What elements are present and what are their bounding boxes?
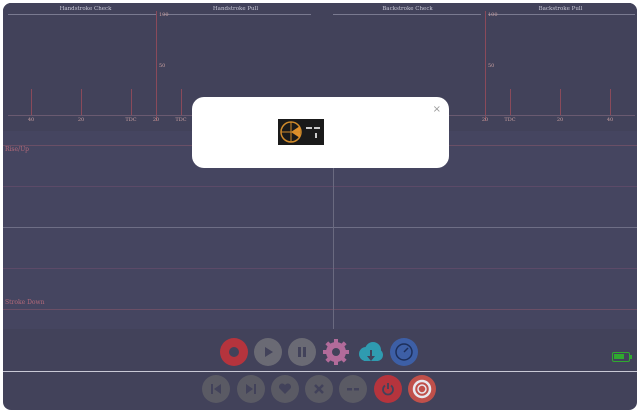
timeline-label-bottom: Stroke Down [5, 299, 45, 306]
cloud-download-icon [359, 342, 383, 361]
timeline-label-top: Rise/Up [5, 146, 29, 153]
x-tick-label: TDC [125, 117, 137, 123]
tick-mark [560, 89, 561, 115]
right-y-label-top: 100 [488, 12, 498, 18]
app-window: Handstroke Check Handstroke Pull Backstr… [3, 3, 637, 410]
tick-mark [31, 89, 32, 115]
delete-button[interactable] [305, 375, 333, 403]
x-tick-label: 40 [606, 117, 614, 123]
more-button[interactable] [339, 375, 367, 403]
left-y-axis [156, 11, 157, 121]
download-button[interactable] [356, 338, 384, 366]
chart-title-handstroke-pull: Handstroke Pull [212, 6, 259, 12]
favorite-button[interactable] [271, 375, 299, 403]
skip-back-button[interactable] [202, 375, 230, 403]
chart-header-rule [8, 14, 156, 15]
timeline-line [3, 268, 637, 269]
gauge-button[interactable] [390, 338, 418, 366]
app-preview-thumbnail [278, 119, 324, 145]
right-y-label-mid: 50 [488, 63, 495, 69]
modal-dialog: × [192, 97, 449, 168]
power-icon [382, 383, 394, 396]
dash-icon [347, 388, 359, 391]
x-tick-label: 20 [77, 117, 85, 123]
left-y-label-top: 100 [159, 12, 169, 18]
x-tick-label: TDC [504, 117, 516, 123]
left-y-label-mid: 50 [159, 63, 166, 69]
x-tick-label: 20 [481, 117, 489, 123]
gear-icon [323, 339, 349, 365]
battery-tip [630, 355, 632, 359]
x-tick-label: TDC [175, 117, 187, 123]
skip-forward-button[interactable] [237, 375, 265, 403]
tick-mark [610, 89, 611, 115]
chart-header-rule [333, 14, 481, 15]
settings-button[interactable] [322, 338, 350, 366]
x-tick-label: 40 [27, 117, 35, 123]
battery-indicator [612, 352, 630, 362]
battery-fill [614, 354, 624, 359]
timeline-line [3, 186, 637, 187]
skip-forward-icon [246, 384, 256, 394]
heart-icon [278, 383, 292, 394]
chart-title-handstroke-check: Handstroke Check [59, 6, 112, 12]
right-y-axis [485, 11, 486, 121]
timeline-center-line [3, 227, 637, 228]
record-button[interactable] [220, 338, 248, 366]
x-tick-label: 20 [556, 117, 564, 123]
tick-mark [181, 89, 182, 115]
tick-mark [81, 89, 82, 115]
gauge-icon [395, 343, 413, 361]
pause-button[interactable] [288, 338, 316, 366]
lifebuoy-icon [412, 379, 432, 399]
chart-header-rule [488, 14, 635, 15]
help-button[interactable] [408, 375, 436, 403]
toolbar-divider [3, 371, 637, 372]
chart-header-rule [163, 14, 311, 15]
record-icon [229, 347, 239, 357]
tick-mark [131, 89, 132, 115]
timeline-line [3, 309, 637, 310]
x-tick-label: 20 [152, 117, 160, 123]
play-button[interactable] [254, 338, 282, 366]
chart-title-backstroke-check: Backstroke Check [382, 6, 433, 12]
skip-back-icon [211, 384, 221, 394]
x-icon [314, 384, 324, 394]
pause-icon [298, 347, 306, 357]
power-button[interactable] [374, 375, 402, 403]
play-icon [265, 347, 273, 357]
chart-title-backstroke-pull: Backstroke Pull [538, 6, 583, 12]
tick-mark [510, 89, 511, 115]
modal-close-button[interactable]: × [433, 105, 441, 115]
